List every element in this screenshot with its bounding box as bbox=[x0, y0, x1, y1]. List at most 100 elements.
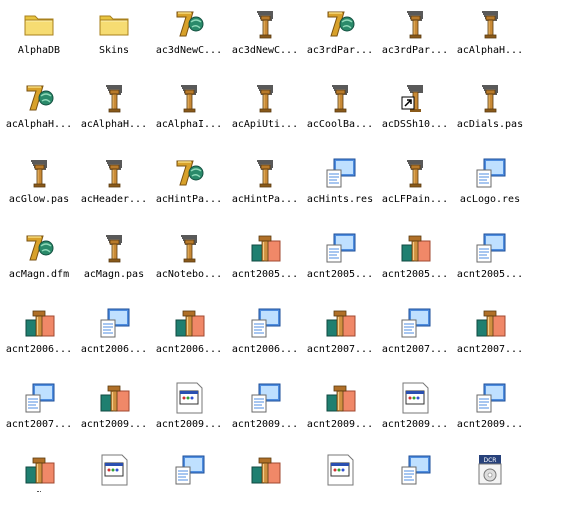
file-item[interactable] bbox=[228, 450, 302, 520]
file-name-label: ac3dNewC... bbox=[231, 45, 299, 56]
file-item[interactable]: acnt2009... bbox=[152, 378, 226, 448]
file-item[interactable]: acLogo.res bbox=[453, 153, 527, 223]
file-name-label: acLFPain... bbox=[381, 194, 449, 205]
delphi-unit-icon bbox=[398, 153, 432, 190]
file-item[interactable]: acnt2006... bbox=[2, 303, 76, 373]
file-name-label: acDials.pas bbox=[456, 119, 524, 130]
delphi-unit-icon bbox=[22, 153, 56, 190]
file-item[interactable]: acHintPa... bbox=[152, 153, 226, 223]
file-item[interactable] bbox=[77, 450, 151, 520]
file-item[interactable]: AlphaDB bbox=[2, 4, 76, 74]
delphi-package-icon bbox=[248, 450, 282, 487]
delphi-unit-shortcut-icon bbox=[398, 78, 432, 115]
file-item[interactable]: acMagn.dfm bbox=[2, 228, 76, 298]
delphi-unit-icon bbox=[473, 4, 507, 41]
file-name-label: acHeader... bbox=[80, 194, 148, 205]
file-item[interactable]: DCR bbox=[453, 450, 527, 520]
file-name-label: acnt2009... bbox=[80, 419, 148, 430]
file-name-label: AlphaDB bbox=[17, 45, 61, 56]
file-item[interactable]: acnt2009... bbox=[378, 378, 452, 448]
delphi-unit-icon bbox=[172, 78, 206, 115]
file-item[interactable]: acDials.pas bbox=[453, 78, 527, 148]
delphi-unit-icon bbox=[473, 78, 507, 115]
file-item[interactable]: acnt2009... bbox=[228, 378, 302, 448]
file-item[interactable]: acAlphaH... bbox=[2, 78, 76, 148]
delphi-package-icon bbox=[473, 303, 507, 340]
file-item[interactable]: acnt2007... bbox=[453, 303, 527, 373]
file-item[interactable]: acMagn.pas bbox=[77, 228, 151, 298]
file-item[interactable]: acnt2009... bbox=[303, 378, 377, 448]
file-name-label: acAlphaH... bbox=[80, 119, 148, 130]
resource-file-icon bbox=[22, 378, 56, 415]
file-name-label: acnt2005... bbox=[231, 269, 299, 280]
file-item[interactable]: acLFPain... bbox=[378, 153, 452, 223]
file-item[interactable]: acnt2006... bbox=[228, 303, 302, 373]
delphi-unit-icon bbox=[97, 78, 131, 115]
file-item[interactable]: acnt2005... bbox=[378, 228, 452, 298]
file-item[interactable]: acnt2005... bbox=[453, 228, 527, 298]
resource-file-icon bbox=[248, 378, 282, 415]
file-name-label: acnt2007... bbox=[5, 419, 73, 430]
dialog-file-icon bbox=[323, 450, 357, 487]
file-item[interactable]: ac3rdPar... bbox=[303, 4, 377, 74]
file-name-label: acnt2009... bbox=[155, 419, 223, 430]
file-name-label: acAlphaH... bbox=[456, 45, 524, 56]
resource-file-icon bbox=[398, 303, 432, 340]
file-name-label: acGlow.pas bbox=[8, 194, 70, 205]
file-item[interactable]: acHints.res bbox=[303, 153, 377, 223]
file-item[interactable]: acAlphaI... bbox=[152, 78, 226, 148]
file-item[interactable]: acHintPa... bbox=[228, 153, 302, 223]
folder-icon bbox=[97, 4, 131, 41]
file-item[interactable]: acHeader... bbox=[77, 153, 151, 223]
file-item[interactable]: acnt2005... bbox=[303, 228, 377, 298]
file-item[interactable]: acNotebo... bbox=[152, 228, 226, 298]
file-name-label: acnt2007... bbox=[456, 344, 524, 355]
delphi-unit-icon bbox=[97, 153, 131, 190]
file-item[interactable] bbox=[303, 450, 377, 520]
file-name-label: acHintPa... bbox=[231, 194, 299, 205]
resource-file-icon bbox=[398, 450, 432, 487]
file-item[interactable]: acnt2007... bbox=[2, 378, 76, 448]
file-name-label bbox=[37, 491, 41, 492]
file-item[interactable]: acnt2006... bbox=[77, 303, 151, 373]
file-item[interactable]: ac3rdPar... bbox=[378, 4, 452, 74]
file-name-label: acnt2007... bbox=[381, 344, 449, 355]
delphi-form-icon bbox=[22, 78, 56, 115]
resource-file-icon bbox=[473, 378, 507, 415]
delphi-form-icon bbox=[22, 228, 56, 265]
file-name-label: acHints.res bbox=[306, 194, 374, 205]
file-name-label: acnt2007... bbox=[306, 344, 374, 355]
file-name-label: acnt2005... bbox=[306, 269, 374, 280]
svg-text:DCR: DCR bbox=[484, 457, 497, 464]
delphi-unit-icon bbox=[323, 78, 357, 115]
delphi-unit-icon bbox=[97, 228, 131, 265]
file-item[interactable]: acCoolBa... bbox=[303, 78, 377, 148]
file-item[interactable] bbox=[378, 450, 452, 520]
file-item[interactable]: ac3dNewC... bbox=[228, 4, 302, 74]
delphi-package-icon bbox=[398, 228, 432, 265]
file-item[interactable]: acAlphaH... bbox=[453, 4, 527, 74]
file-item[interactable]: acnt2007... bbox=[303, 303, 377, 373]
file-item[interactable]: acDSSh10... bbox=[378, 78, 452, 148]
file-name-label: acnt2009... bbox=[231, 419, 299, 430]
file-icon-view[interactable]: AlphaDB Skins ac3dNewC... ac3dNewC... ac… bbox=[0, 0, 566, 492]
delphi-unit-icon bbox=[248, 153, 282, 190]
file-item[interactable] bbox=[2, 450, 76, 520]
file-item[interactable] bbox=[152, 450, 226, 520]
file-item[interactable]: acGlow.pas bbox=[2, 153, 76, 223]
delphi-package-icon bbox=[22, 450, 56, 487]
file-item[interactable]: acnt2009... bbox=[453, 378, 527, 448]
file-name-label: acnt2009... bbox=[381, 419, 449, 430]
file-item[interactable]: acAlphaH... bbox=[77, 78, 151, 148]
dialog-file-icon bbox=[398, 378, 432, 415]
file-name-label: acMagn.pas bbox=[83, 269, 145, 280]
file-name-label: ac3rdPar... bbox=[306, 45, 374, 56]
file-item[interactable]: acnt2009... bbox=[77, 378, 151, 448]
file-item[interactable]: acnt2006... bbox=[152, 303, 226, 373]
file-item[interactable]: acnt2007... bbox=[378, 303, 452, 373]
file-item[interactable]: Skins bbox=[77, 4, 151, 74]
file-item[interactable]: acApiUti... bbox=[228, 78, 302, 148]
file-item[interactable]: ac3dNewC... bbox=[152, 4, 226, 74]
file-item[interactable]: acnt2005... bbox=[228, 228, 302, 298]
file-name-label: acnt2005... bbox=[456, 269, 524, 280]
